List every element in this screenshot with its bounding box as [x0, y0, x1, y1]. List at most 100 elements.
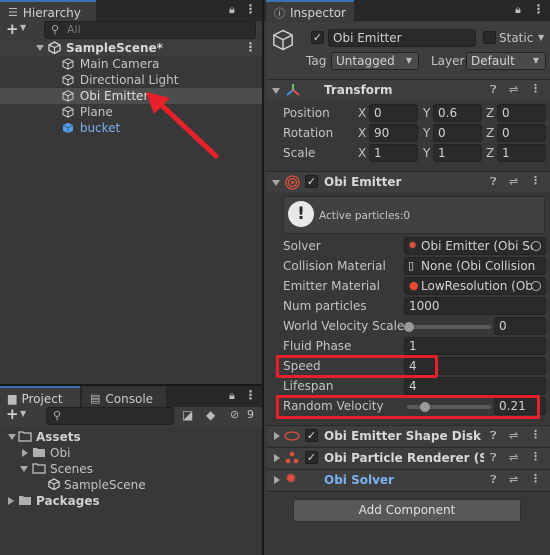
project-search-input[interactable]: ⚲: [46, 407, 174, 425]
world-velocity-scale-field[interactable]: 0: [494, 317, 546, 335]
object-picker-icon[interactable]: [531, 281, 541, 291]
preset-icon[interactable]: ⇌: [509, 175, 518, 188]
position-z-axis[interactable]: Z: [486, 104, 494, 122]
project-menu-icon[interactable]: ⋮: [244, 388, 257, 402]
scene-menu-icon[interactable]: ⋮: [244, 40, 257, 54]
chevron-down-icon[interactable]: ▼: [538, 33, 544, 42]
tab-hierarchy[interactable]: ☰ Hierarchy: [0, 0, 96, 21]
lock-icon[interactable]: 🔒︎: [515, 3, 521, 17]
component-menu-icon[interactable]: ⋮: [530, 174, 541, 187]
rotation-x-axis[interactable]: X: [358, 124, 366, 142]
inspector-menu-icon[interactable]: ⋮: [532, 2, 545, 16]
lifespan-label: Lifespan: [283, 379, 334, 393]
horizontal-splitter[interactable]: [0, 384, 262, 386]
hierarchy-item-label: Directional Light: [79, 73, 179, 87]
rotation-z-axis[interactable]: Z: [486, 124, 494, 142]
obi-particle-renderer-header[interactable]: ✓ Obi Particle Renderer (Scrip ❓︎ ⇌ ⋮: [266, 447, 550, 468]
hierarchy-search-input[interactable]: ⚲ All: [44, 21, 256, 39]
object-picker-icon[interactable]: [531, 241, 541, 251]
hierarchy-item-bucket[interactable]: bucket: [62, 120, 120, 136]
tag-dropdown[interactable]: Untagged ▼: [331, 52, 419, 70]
filter-by-type-icon[interactable]: ◪: [182, 408, 193, 422]
hierarchy-menu-icon[interactable]: ⋮: [244, 2, 257, 16]
hidden-packages-icon[interactable]: ⊘: [230, 408, 239, 421]
object-active-checkbox[interactable]: ✓: [311, 31, 324, 44]
collision-material-field[interactable]: ▯ None (Obi Collision: [404, 257, 546, 275]
obi-solver-header[interactable]: ✹ Obi Solver ❓︎ ⇌ ⋮: [266, 469, 550, 490]
scene-name[interactable]: SampleScene*: [66, 40, 163, 56]
scenes-foldout-icon[interactable]: [20, 466, 28, 472]
layer-dropdown[interactable]: Default ▼: [466, 52, 546, 70]
position-y-axis[interactable]: Y: [423, 104, 430, 122]
project-tree-assets[interactable]: Assets: [36, 429, 81, 445]
help-icon[interactable]: ❓︎: [490, 451, 497, 465]
obi-emitter-enabled-checkbox[interactable]: ✓: [305, 175, 318, 188]
vertical-splitter[interactable]: [262, 0, 264, 555]
fluid-phase-field[interactable]: 1: [404, 337, 546, 355]
packages-foldout-icon[interactable]: [8, 497, 14, 505]
rotation-y-axis[interactable]: Y: [423, 124, 430, 142]
solver-object-field[interactable]: ✹ Obi Emitter (Obi So: [404, 237, 546, 255]
component-menu-icon[interactable]: ⋮: [530, 472, 541, 485]
project-tree-obi[interactable]: Obi: [50, 445, 70, 461]
position-z-field[interactable]: 0: [497, 104, 546, 122]
component-menu-icon[interactable]: ⋮: [530, 428, 541, 441]
transform-header[interactable]: Transform ❓︎ ⇌ ⋮: [266, 79, 550, 100]
hierarchy-item-directional-light[interactable]: Directional Light: [62, 72, 179, 88]
position-x-field[interactable]: 0: [369, 104, 418, 122]
scene-foldout-icon[interactable]: [36, 45, 44, 51]
hierarchy-item-obi-emitter[interactable]: Obi Emitter: [62, 88, 148, 104]
project-add-button[interactable]: +: [6, 405, 19, 423]
position-y-field[interactable]: 0.6: [433, 104, 482, 122]
tab-console[interactable]: ▤ Console: [82, 386, 166, 407]
chevron-down-icon[interactable]: ▼: [20, 409, 26, 418]
hierarchy-add-button[interactable]: +: [6, 20, 19, 38]
obi-emitter-header[interactable]: ✓ Obi Emitter ❓︎ ⇌ ⋮: [266, 171, 550, 192]
chevron-down-icon: ▼: [532, 56, 539, 65]
static-checkbox[interactable]: [483, 31, 496, 44]
scale-x-field[interactable]: 1: [369, 144, 418, 162]
hierarchy-item-plane[interactable]: Plane: [62, 104, 113, 120]
assets-foldout-icon[interactable]: [8, 434, 16, 440]
tab-project[interactable]: ▆ Project: [0, 386, 80, 407]
scale-z-field[interactable]: 1: [497, 144, 546, 162]
preset-icon[interactable]: ⇌: [509, 83, 518, 96]
chevron-down-icon[interactable]: ▼: [20, 23, 26, 32]
scale-y-field[interactable]: 1: [433, 144, 482, 162]
preset-icon[interactable]: ⇌: [509, 451, 518, 464]
tab-inspector[interactable]: ⓘ Inspector: [266, 0, 354, 21]
lock-icon[interactable]: 🔒︎: [229, 389, 235, 403]
rotation-x-field[interactable]: 90: [369, 124, 418, 142]
help-icon[interactable]: ❓︎: [490, 175, 497, 189]
lock-icon[interactable]: 🔒︎: [229, 3, 235, 17]
project-tree-samplescene[interactable]: SampleScene: [64, 477, 146, 493]
emitter-material-field[interactable]: ● LowResolution (Ob: [404, 277, 546, 295]
scale-z-axis[interactable]: Z: [486, 144, 494, 162]
num-particles-field[interactable]: 1000: [404, 297, 546, 315]
help-icon[interactable]: ❓︎: [490, 429, 497, 443]
filter-by-label-icon[interactable]: ◆: [206, 408, 215, 422]
preset-icon[interactable]: ⇌: [509, 429, 518, 442]
position-x-axis[interactable]: X: [358, 104, 366, 122]
help-icon[interactable]: ❓︎: [490, 83, 497, 97]
particle-renderer-enabled-checkbox[interactable]: ✓: [305, 451, 318, 464]
hierarchy-item-main-camera[interactable]: Main Camera: [62, 56, 159, 72]
add-component-button[interactable]: Add Component: [293, 499, 521, 522]
rotation-y-field[interactable]: 0: [433, 124, 482, 142]
world-velocity-scale-track[interactable]: [407, 325, 491, 329]
scale-x-axis[interactable]: X: [358, 144, 366, 162]
shape-disk-enabled-checkbox[interactable]: ✓: [305, 429, 318, 442]
component-menu-icon[interactable]: ⋮: [530, 82, 541, 95]
obi-emitter-shape-disk-header[interactable]: ✓ Obi Emitter Shape Disk (Scr ❓︎ ⇌ ⋮: [266, 425, 550, 446]
scale-y-axis[interactable]: Y: [423, 144, 430, 162]
world-velocity-scale-knob[interactable]: [404, 322, 414, 332]
help-icon[interactable]: ❓︎: [490, 473, 497, 487]
rotation-z-field[interactable]: 0: [497, 124, 546, 142]
component-menu-icon[interactable]: ⋮: [530, 450, 541, 463]
project-tree-scenes[interactable]: Scenes: [50, 461, 93, 477]
lifespan-field[interactable]: 4: [404, 377, 546, 395]
project-tree-packages[interactable]: Packages: [36, 493, 100, 509]
object-name-field[interactable]: Obi Emitter: [328, 29, 476, 47]
preset-icon[interactable]: ⇌: [509, 473, 518, 486]
obi-foldout-icon[interactable]: [22, 449, 28, 457]
